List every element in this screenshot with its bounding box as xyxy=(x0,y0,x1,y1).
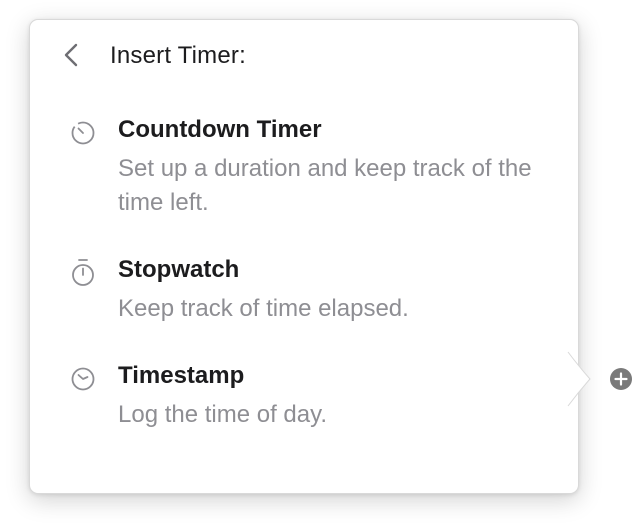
add-timer-button[interactable] xyxy=(609,367,633,391)
popover-header: Insert Timer: xyxy=(30,20,578,92)
popover-pointer xyxy=(566,351,591,407)
back-button[interactable] xyxy=(60,42,84,68)
plus-circle-icon xyxy=(610,368,632,390)
item-description: Set up a duration and keep track of the … xyxy=(118,155,532,216)
chevron-left-icon xyxy=(64,43,78,67)
popover-title: Insert Timer: xyxy=(110,42,246,69)
insert-timer-popover: Insert Timer: Countdown Timer Set up a d… xyxy=(29,19,579,494)
clock-icon xyxy=(71,367,95,391)
menu-item-countdown-timer[interactable]: Countdown Timer Set up a duration and ke… xyxy=(30,116,578,226)
item-title: Countdown Timer xyxy=(118,116,322,143)
menu-item-stopwatch[interactable]: Stopwatch Keep track of time elapsed. xyxy=(30,256,578,328)
countdown-timer-icon xyxy=(71,121,95,145)
item-title: Stopwatch xyxy=(118,256,240,283)
item-title: Timestamp xyxy=(118,362,245,389)
stopwatch-icon xyxy=(72,259,94,286)
item-description: Log the time of day. xyxy=(118,401,328,428)
item-description: Keep track of time elapsed. xyxy=(118,295,409,322)
stage: Insert Timer: Countdown Timer Set up a d… xyxy=(0,0,633,531)
menu-item-timestamp[interactable]: Timestamp Log the time of day. xyxy=(30,362,578,434)
